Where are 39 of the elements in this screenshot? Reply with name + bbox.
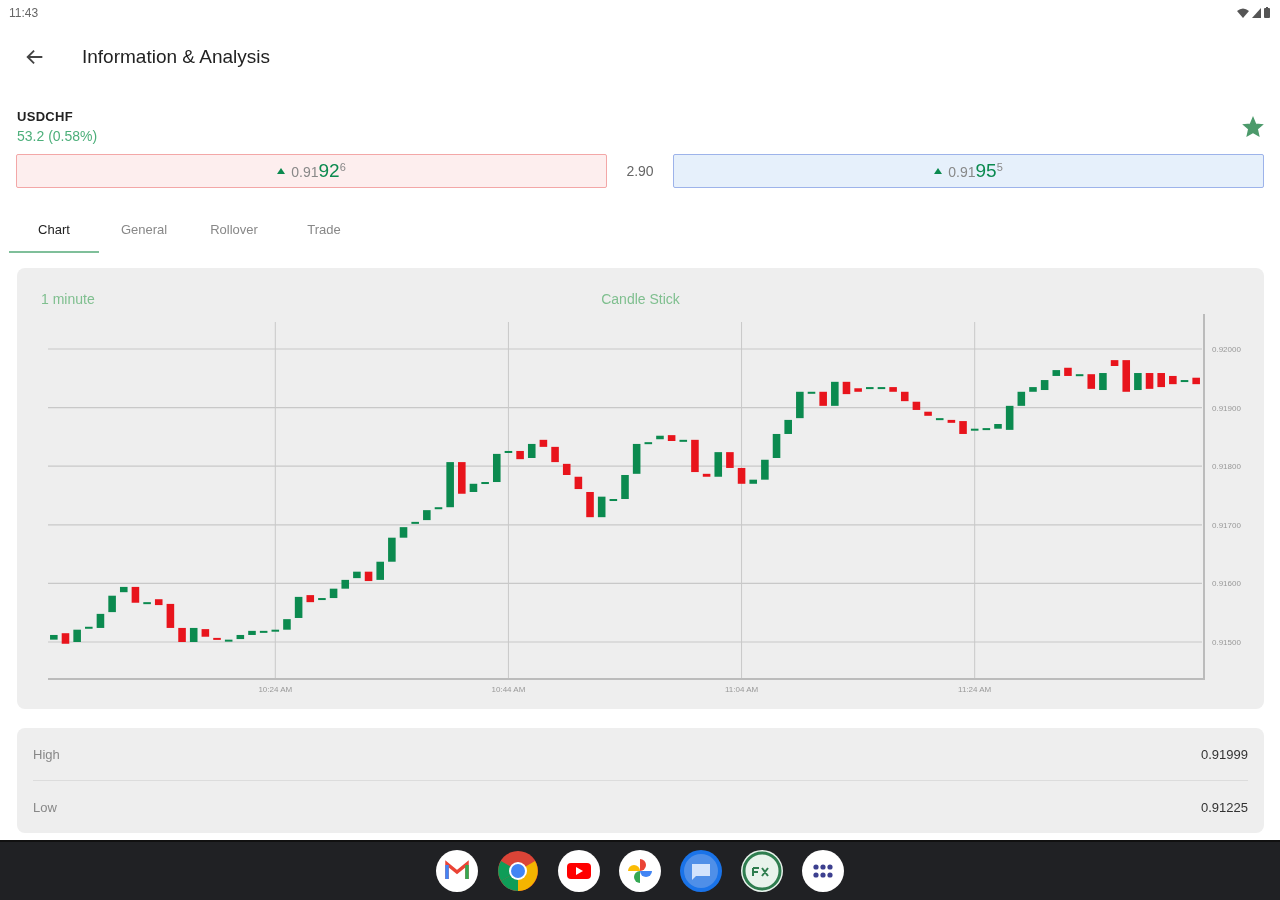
tab[interactable]: Rollover — [189, 208, 279, 253]
y-tick-label: 0.91900 — [1212, 403, 1241, 413]
stat-value: 0.91225 — [1201, 799, 1248, 815]
x-tick-label: 11:04 AM — [724, 685, 759, 694]
price-change: 53.2 (0.58%) — [17, 128, 98, 144]
wifi-icon — [1237, 7, 1249, 18]
stat-value: 0.91999 — [1201, 746, 1248, 762]
stat-label: Low — [33, 799, 57, 815]
trading-app-icon[interactable] — [741, 850, 783, 892]
stat-label: High — [33, 746, 60, 762]
browser-app-icon[interactable] — [497, 850, 539, 892]
spread-value: 2.90 — [625, 163, 655, 179]
tab[interactable]: Trade — [279, 208, 369, 253]
app-grid-icon[interactable] — [802, 850, 844, 892]
price-text: 0.9195$^{5}$ — [948, 160, 1003, 182]
chart-type-label[interactable]: Candle Stick — [601, 291, 680, 307]
y-tick-label: 0.91500 — [1212, 638, 1241, 647]
page-title: Information & Analysis — [82, 46, 270, 68]
status-time: 11:43 — [9, 5, 39, 20]
star-icon[interactable] — [1242, 115, 1264, 138]
y-tick-label: 0.92000 — [1212, 345, 1241, 354]
battery-icon — [1264, 7, 1270, 18]
pinwheel-app-icon[interactable] — [619, 850, 661, 892]
symbol-name: USDCHF — [17, 109, 74, 124]
y-tick-label: 0.91700 — [1212, 520, 1241, 530]
video-app-icon[interactable] — [558, 850, 600, 892]
signal-icon — [1252, 7, 1261, 18]
tab[interactable]: General — [99, 208, 189, 253]
y-tick-label: 0.91800 — [1212, 462, 1241, 472]
price-text: 0.9192$^{6}$ — [291, 160, 346, 182]
x-tick-label: 11:24 AM — [958, 685, 992, 694]
buy-price-button[interactable]: 0.9195$^{5}$ — [673, 154, 1264, 188]
sell-price-button[interactable]: 0.9192$^{6}$ — [16, 154, 607, 188]
x-tick-label: 10:44 AM — [491, 685, 526, 694]
tab[interactable]: Chart — [9, 208, 99, 253]
y-tick-label: 0.91600 — [1212, 579, 1241, 589]
mail-app-icon[interactable] — [436, 850, 478, 892]
x-tick-label: 10:24 AM — [258, 685, 293, 694]
chat-app-icon[interactable] — [680, 850, 722, 892]
